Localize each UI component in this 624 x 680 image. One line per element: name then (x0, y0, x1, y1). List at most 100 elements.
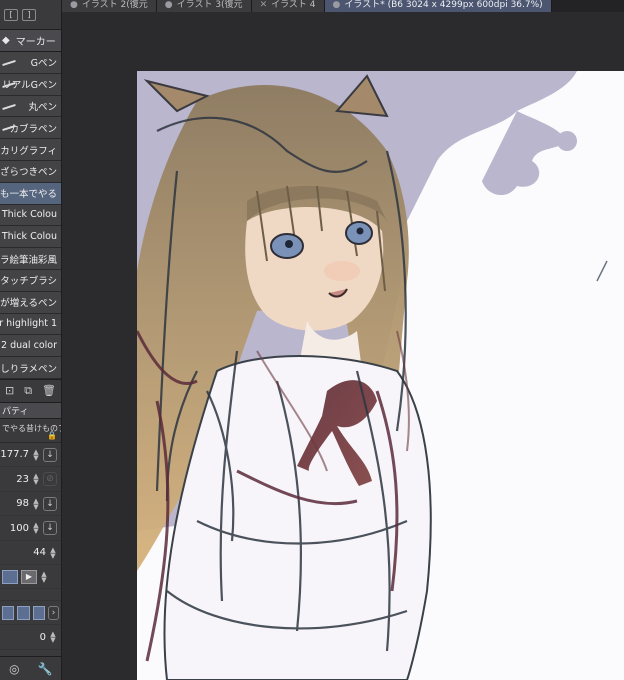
document-tab-label: イラスト 2(復元 (81, 0, 148, 10)
brush-item[interactable]: ラ絵筆油彩風 (0, 248, 61, 270)
modified-dot-icon: ● (70, 0, 78, 10)
brush-label: ざらつきペン (0, 167, 57, 179)
color-swatches: › (0, 601, 61, 626)
brush-label: しりラメペン (0, 363, 57, 375)
brush-item[interactable]: カブラペン (0, 117, 61, 140)
color-swatch-2[interactable] (17, 605, 30, 620)
wrench-icon[interactable]: 🔧 (38, 662, 53, 676)
brush-label: 2 dual color (1, 340, 57, 352)
brush-label: Thick Colou (1, 231, 57, 243)
property-row: 98 ▲ ▼ ↓ (0, 492, 61, 517)
canvas-workspace[interactable] (62, 12, 624, 680)
brush-item[interactable]: しりラメペン (0, 357, 61, 379)
brush-item[interactable]: Thick Colou (0, 204, 61, 227)
chevron-right-icon[interactable]: › (48, 605, 60, 620)
brush-stroke-icon (2, 103, 16, 110)
brush-item[interactable]: タッチブラシ (0, 269, 61, 292)
property-row: 100 ▲ ▼ ↓ (0, 516, 61, 541)
brush-label: ラ絵筆油彩風 (0, 254, 57, 266)
close-icon[interactable]: ✕ (260, 0, 268, 10)
brush-label: が増えるペン (0, 298, 57, 310)
brush-stroke-icon (2, 59, 16, 67)
stepper-icon[interactable]: ▲ ▼ (49, 631, 57, 644)
property-row: 177.7 ▲ ▼ ↓ (0, 443, 61, 468)
property-row-last: 0 ▲ ▼ (0, 625, 61, 650)
modified-dot-icon: ● (164, 0, 173, 10)
panel-menu-icon[interactable]: [ (4, 8, 18, 21)
stepper-icon[interactable]: ▲ ▼ (32, 522, 40, 535)
artwork (137, 71, 608, 680)
property-row: 23 ▲ ▼ ⊘ (0, 467, 61, 492)
document-tab-2[interactable]: ● イラスト 3(復元 (156, 0, 252, 12)
document-tab-1[interactable]: ● イラスト 2(復元 (62, 0, 157, 12)
tool-tab-marker[interactable]: ◆ マーカー (0, 30, 61, 52)
document-tab-label: イラスト 3(復元 (176, 0, 243, 10)
color-swatch-1[interactable] (2, 605, 15, 620)
property-tab-label: パティ (2, 406, 29, 417)
brush-item[interactable]: air highlight 1 (0, 313, 61, 336)
bottom-toolbar: ◎ 🔧 (0, 656, 61, 680)
pressure-icon[interactable]: ↓ (43, 496, 57, 511)
brush-list: GペンリアルGペン丸ペンカブラペンカリグラフィ ざらつきペン も一本でやる Thick… (0, 52, 61, 379)
stepper-icon[interactable]: ▲ ▼ (32, 497, 40, 510)
new-subtool-icon[interactable]: ⊡ (5, 384, 14, 397)
stepper-icon[interactable]: ▲ ▼ (49, 546, 57, 559)
property-value[interactable]: 177.7 (0, 449, 29, 460)
document-tab-label: イラスト 4 (271, 0, 316, 10)
modified-dot-icon: ● (332, 0, 341, 10)
property-row: 44 ▲ ▼ (0, 541, 61, 566)
property-value-last: 0 (39, 631, 46, 643)
property-rows: 177.7 ▲ ▼ ↓ 23 ▲ ▼ ⊘ 98 ▲ ▼ ↓ 100 ▲ ▼ ↓ 44 ▲ ▼ (0, 443, 61, 566)
property-value[interactable]: 100 (7, 523, 29, 534)
target-icon[interactable]: ◎ (9, 662, 19, 676)
lock-icon[interactable]: 🔒 (47, 431, 57, 440)
brush-item[interactable]: 丸ペン (0, 95, 61, 118)
pressure-icon[interactable]: ↓ (43, 521, 57, 536)
brush-label: Thick Colou (1, 209, 57, 221)
app-window: [ ] ◆ マーカー GペンリアルGペン丸ペンカブラペンカリグラフィ ざらつきペン… (0, 0, 624, 680)
brush-label: タッチブラシ (0, 276, 57, 288)
brush-label: air highlight 1 (0, 318, 57, 330)
stepper-icon[interactable]: ▲ ▼ (32, 473, 40, 486)
disabled-icon[interactable]: ⊘ (43, 472, 57, 487)
brush-item[interactable]: ざらつきペン (0, 160, 61, 183)
stepper-icon[interactable]: ▲ ▼ (40, 570, 48, 583)
drawing-canvas[interactable] (137, 71, 624, 680)
property-value[interactable]: 44 (24, 547, 46, 558)
brush-item[interactable]: Gペン (0, 52, 61, 74)
panel-header: [ ] (0, 0, 61, 30)
left-panel: [ ] ◆ マーカー GペンリアルGペン丸ペンカブラペンカリグラフィ ざらつきペン… (0, 0, 62, 680)
brush-label: カブラペン (9, 123, 57, 135)
color-swatch-3[interactable] (32, 605, 46, 620)
brush-item[interactable]: カリグラフィ (0, 139, 61, 161)
property-value[interactable]: 98 (7, 498, 29, 509)
document-tab-3[interactable]: ✕ イラスト 4 (251, 0, 325, 12)
play-icon[interactable]: ▶ (21, 569, 37, 584)
brush-label: カリグラフィ (0, 145, 57, 157)
preset-name: でやる昔けものブラ 🔒 (0, 419, 61, 443)
brush-label: Gペン (30, 58, 57, 70)
tool-tab-label: マーカー (15, 37, 56, 48)
texture-swatch[interactable] (2, 569, 18, 584)
panel-expand-icon[interactable]: ] (22, 8, 36, 21)
stepper-icon[interactable]: ▲ ▼ (32, 448, 40, 461)
property-value[interactable]: 23 (7, 474, 29, 485)
brush-item[interactable]: も一本でやる (0, 182, 61, 205)
trash-icon[interactable]: 🗑 (42, 384, 56, 397)
subtool-actions: ⊡ ⧉ 🗑 (0, 378, 61, 403)
pressure-icon[interactable]: ↓ (43, 447, 57, 462)
brush-item[interactable]: が増えるペン (0, 291, 61, 314)
document-tabs: ● イラスト 2(復元 ● イラスト 3(復元 ✕ イラスト 4 ● イラスト* (B6 30… (62, 0, 624, 12)
document-tab-4[interactable]: ● イラスト* (B6 3024 x 4299px 600dpi 36.7%) (324, 0, 552, 12)
spacer-row (0, 589, 61, 602)
document-tab-label: イラスト* (B6 3024 x 4299px 600dpi 36.7%) (344, 0, 543, 10)
copy-icon[interactable]: ⧉ (24, 384, 32, 398)
texture-row: ▶ ▲ ▼ (0, 565, 61, 590)
brush-label: 丸ペン (28, 101, 57, 113)
property-tab[interactable]: パティ (0, 402, 61, 419)
brush-label: も一本でやる (0, 189, 57, 201)
marker-icon: ◆ (2, 35, 10, 46)
brush-item[interactable]: リアルGペン (0, 73, 61, 96)
brush-item[interactable]: 2 dual color (0, 335, 61, 358)
brush-item[interactable]: Thick Colou (0, 226, 61, 249)
